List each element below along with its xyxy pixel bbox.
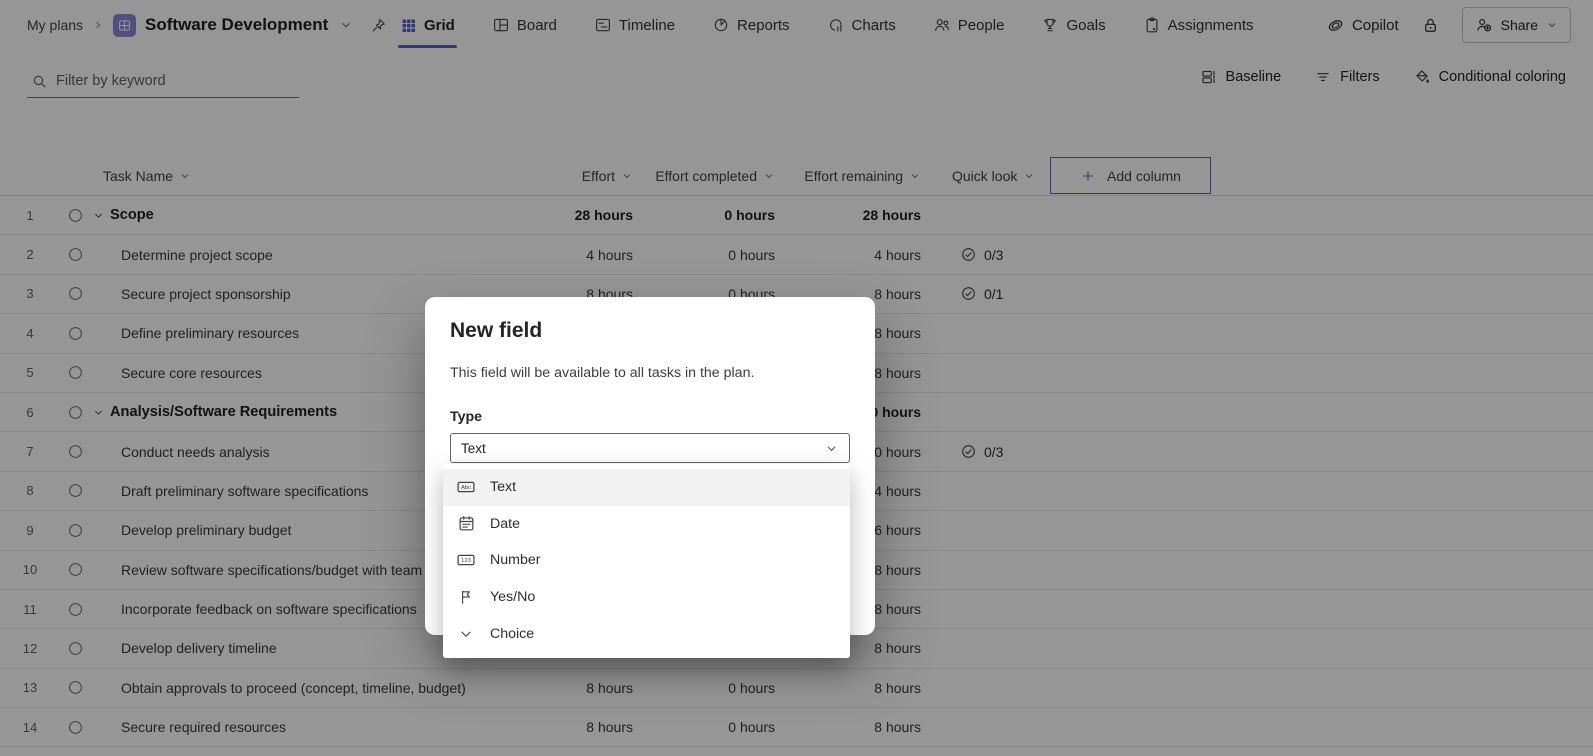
chevron-down-icon [824,441,839,456]
type-dropdown-listbox: Text Date Number Yes/No Choice [443,464,850,658]
text-field-icon [456,477,476,497]
option-number[interactable]: Number [443,542,850,579]
option-yes-no[interactable]: Yes/No [443,579,850,616]
planner-app: My plans Software Development Grid Board… [0,0,1593,756]
dialog-title: New field [450,319,850,343]
calendar-icon [456,514,476,533]
option-date[interactable]: Date [443,506,850,543]
number-field-icon [456,550,476,570]
type-dropdown[interactable]: Text [450,433,850,463]
option-text[interactable]: Text [443,469,850,506]
type-label: Type [450,409,850,425]
chevron-down-icon [456,625,476,643]
option-choice[interactable]: Choice [443,615,850,652]
dialog-description: This field will be available to all task… [450,365,850,381]
flag-icon [456,588,476,606]
type-dropdown-value: Text [461,441,486,456]
